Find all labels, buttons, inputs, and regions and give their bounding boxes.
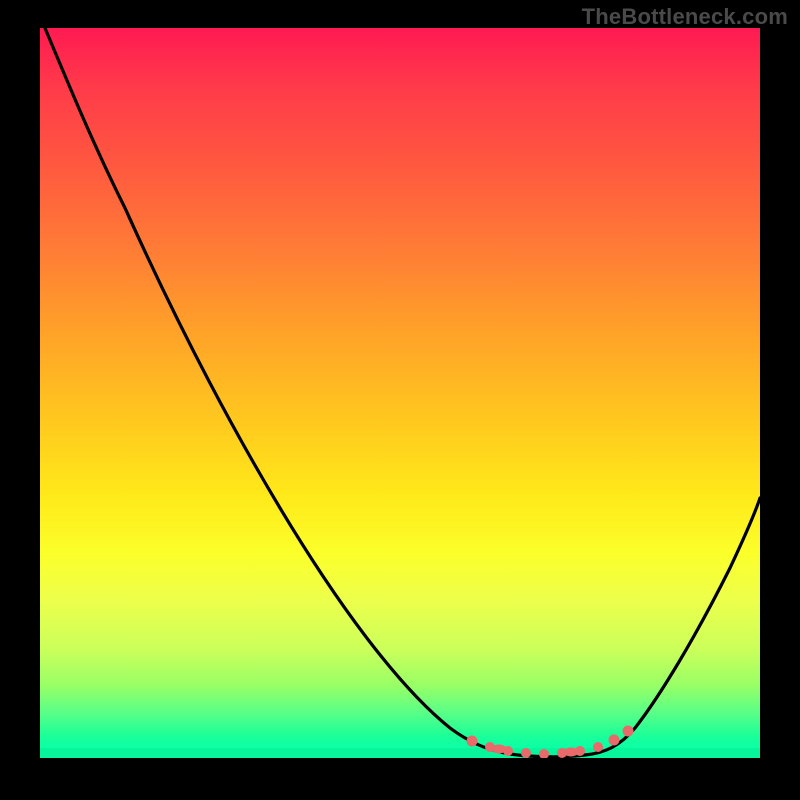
bottleneck-curve [45, 28, 760, 757]
curve-layer [40, 28, 760, 758]
plot-area [40, 28, 760, 758]
watermark-text: TheBottleneck.com [582, 4, 788, 30]
optimal-range-markers [467, 726, 633, 758]
chart-frame: TheBottleneck.com [0, 0, 800, 800]
